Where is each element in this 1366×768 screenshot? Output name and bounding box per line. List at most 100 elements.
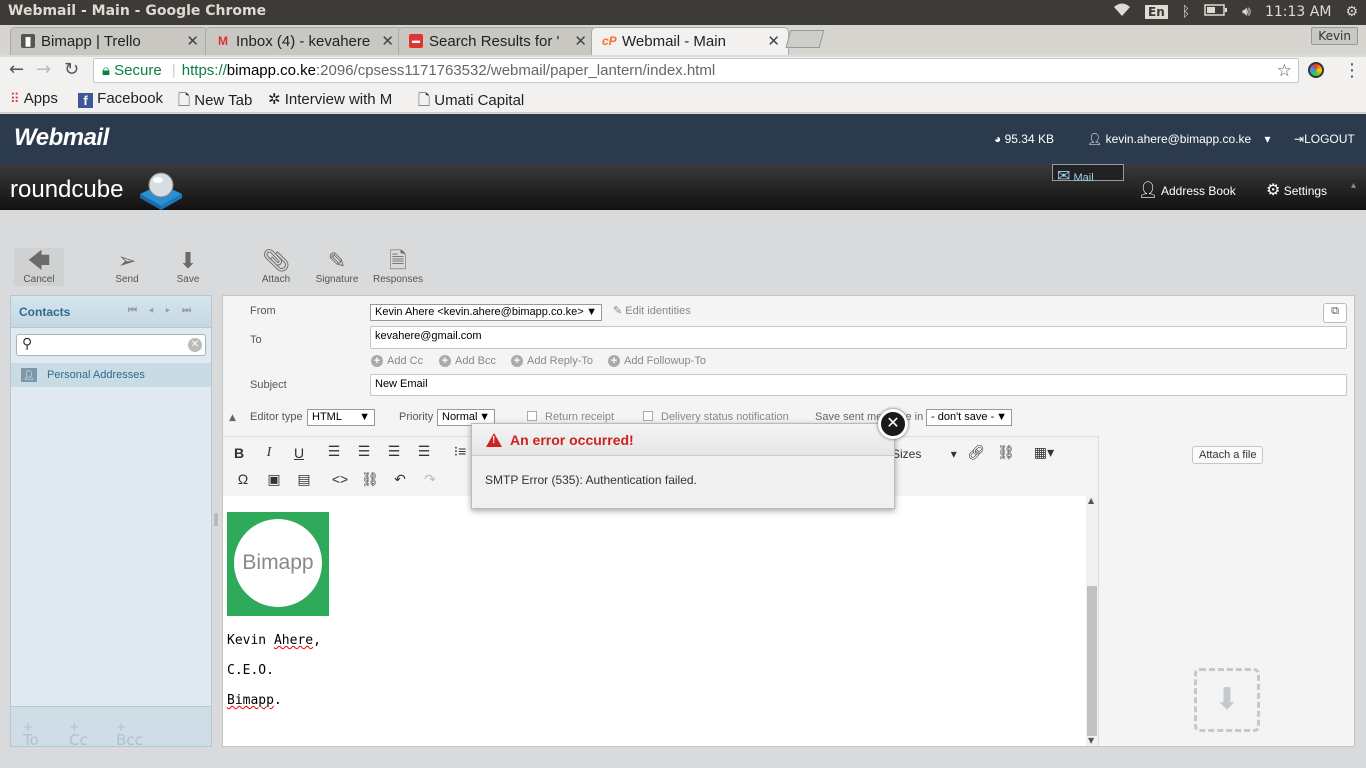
insert-media-icon[interactable]: ▤ [293,471,315,488]
italic-button[interactable]: I [258,445,280,461]
battery-icon[interactable] [1204,4,1228,20]
insert-cc-button[interactable]: Cc + [69,719,88,749]
popout-window-icon[interactable]: ⧉ [1323,303,1347,323]
close-dialog-icon[interactable]: ✕ [878,409,908,439]
extension-icon[interactable] [1308,62,1324,78]
insert-bcc-button[interactable]: Bcc + [116,719,143,749]
from-select[interactable]: Kevin Ahere <kevin.ahere@bimapp.co.ke> ▼ [370,304,602,321]
return-receipt-option[interactable]: Return receipt [527,411,614,423]
cancel-button[interactable]: 🡄 Cancel [14,248,64,286]
splitter-handle[interactable]: ‖ [213,512,219,526]
bookmark-facebook[interactable]: f Facebook [78,90,163,108]
reload-icon[interactable]: ↻ [64,59,79,80]
drop-zone-download-icon[interactable]: ⬇ [1194,668,1260,732]
scrollbar-thumb[interactable] [1087,586,1097,736]
align-right-icon[interactable]: ☰ [383,443,405,460]
insert-to-button[interactable]: To + [23,719,39,749]
close-tab-icon[interactable]: ✕ [381,32,394,50]
save-button[interactable]: ⬇ Save [163,248,213,285]
bluetooth-icon[interactable]: ᛒ [1182,4,1190,20]
underline-button[interactable]: U [288,445,310,461]
tab-trello[interactable]: ▮ Bimapp | Trello ✕ [10,27,208,55]
return-receipt-checkbox[interactable] [527,411,537,421]
to-input[interactable]: kevahere@gmail.com [370,326,1347,349]
responses-button[interactable]: 🗎︎ Responses [372,248,424,285]
close-tab-icon[interactable]: ✕ [574,32,587,50]
add-reply-to-link[interactable]: + Add Reply-To [511,355,593,367]
tab-webmail[interactable]: cP Webmail - Main ✕ [591,27,789,55]
attach-file-button[interactable]: Attach a file [1192,446,1264,464]
tab-gmail[interactable]: M Inbox (4) - kevahere ✕ [205,27,403,55]
bookmark-interview[interactable]: ✲ Interview with M [268,90,392,108]
menu-dots-icon[interactable]: ⋮ [1343,60,1361,81]
group-personal-addresses[interactable]: 👤︎ Personal Addresses [11,363,211,387]
signature-button[interactable]: ✎ Signature [312,248,362,285]
insert-image-icon[interactable]: ▣ [263,471,285,488]
contacts-search-input[interactable]: ⚲ ✕ [16,334,206,356]
nav-mail[interactable]: ✉ Mail [1052,164,1124,185]
contacts-pager[interactable]: ⏮◂▸⏭ [128,305,203,316]
add-followup-to-link[interactable]: + Add Followup-To [608,355,706,367]
person-icon: 👤︎ [1138,182,1159,199]
align-left-icon[interactable]: ☰ [323,443,345,460]
scroll-down-icon[interactable]: ▼ [1088,736,1094,745]
bold-button[interactable]: B [228,445,250,461]
close-tab-icon[interactable]: ✕ [767,32,780,50]
insert-table-icon[interactable]: ▦▾ [1027,444,1061,461]
nav-address-book[interactable]: 👤︎ Address Book [1126,164,1248,210]
tab-search-results[interactable]: ▬ Search Results for ' ✕ [398,27,596,55]
webmail-logo[interactable]: Webmail [14,124,109,152]
scroll-up-icon[interactable]: ▲ [1088,496,1094,505]
align-justify-icon[interactable]: ☰ [413,443,435,460]
roundcube-logo[interactable]: roundcube [10,176,123,204]
user-menu[interactable]: 👤︎ kevin.ahere@bimapp.co.ke ▾ [1087,132,1271,146]
bookmark-new-tab[interactable]: 🗋︎ New Tab [178,90,252,115]
wifi-icon[interactable] [1113,3,1131,21]
close-tab-icon[interactable]: ✕ [186,32,199,50]
volume-icon[interactable]: 🔊︎ [1242,4,1251,20]
settings-gear-icon[interactable]: ⚙ [1345,4,1358,20]
align-center-icon[interactable]: ☰ [353,443,375,460]
redo-icon[interactable]: ↷ [419,471,441,488]
insert-link-icon[interactable]: 🔗︎ [965,444,987,461]
responses-label: Responses [372,274,424,285]
bookmark-star-icon[interactable]: ☆ [1277,61,1292,81]
nav-settings[interactable]: ⚙ Settings [1254,164,1339,210]
subject-input[interactable]: New Email [370,374,1347,396]
bookmark-apps[interactable]: ⠿ Apps [10,90,58,107]
attach-label: Attach [261,274,291,285]
signature-line-company: Bimapp. [227,693,282,708]
keyboard-layout-indicator[interactable]: En [1145,5,1168,19]
message-body-editor[interactable]: Bimapp Kevin Ahere, C.E.O. Bimapp. [223,496,1086,746]
clear-search-icon[interactable]: ✕ [188,338,202,352]
profile-button[interactable]: Kevin [1311,27,1358,45]
remove-link-icon[interactable]: ⛓ [995,444,1017,461]
back-arrow-icon[interactable]: ← [9,59,24,80]
add-bcc-link[interactable]: + Add Bcc [439,355,496,367]
save-sent-select[interactable]: - don't save - ▼ [926,409,1012,426]
attach-button[interactable]: 📎︎ Attach [251,248,301,285]
new-tab-button[interactable] [785,30,825,48]
editor-type-select[interactable]: HTML ▼ [307,409,375,426]
clock[interactable]: 11:13 AM [1265,4,1331,20]
disk-usage[interactable]: ◕ 95.34 KB [994,132,1054,146]
bullet-list-icon[interactable]: ⁝≡ [449,443,471,460]
url-input[interactable]: 🔒︎ Secure | https://bimapp.co.ke:2096/cps… [93,58,1299,83]
find-replace-icon[interactable]: ⛓ [359,471,381,488]
edit-identities-link[interactable]: ✎ Edit identities [613,304,691,317]
edit-identities-label: Edit identities [625,305,691,317]
bookmark-umati[interactable]: 🗋︎ Umati Capital [418,90,524,115]
send-button[interactable]: ➢ Send [102,248,152,285]
editor-scrollbar[interactable]: ▲ ▼ [1086,496,1098,746]
logout-button[interactable]: ⇥LOGOUT [1294,132,1355,146]
forward-arrow-icon[interactable]: → [36,59,51,80]
font-sizes-select[interactable]: Sizes ▾ [892,447,957,461]
undo-icon[interactable]: ↶ [389,471,411,488]
collapse-options-icon[interactable]: ▲ [229,413,236,423]
add-cc-link[interactable]: + Add Cc [371,355,423,367]
delivery-status-option[interactable]: Delivery status notification [643,411,789,423]
collapse-caret-icon[interactable]: ▴ [1351,180,1356,191]
delivery-status-checkbox[interactable] [643,411,653,421]
special-char-icon[interactable]: Ω [232,471,254,487]
source-code-icon[interactable]: <> [329,471,351,487]
